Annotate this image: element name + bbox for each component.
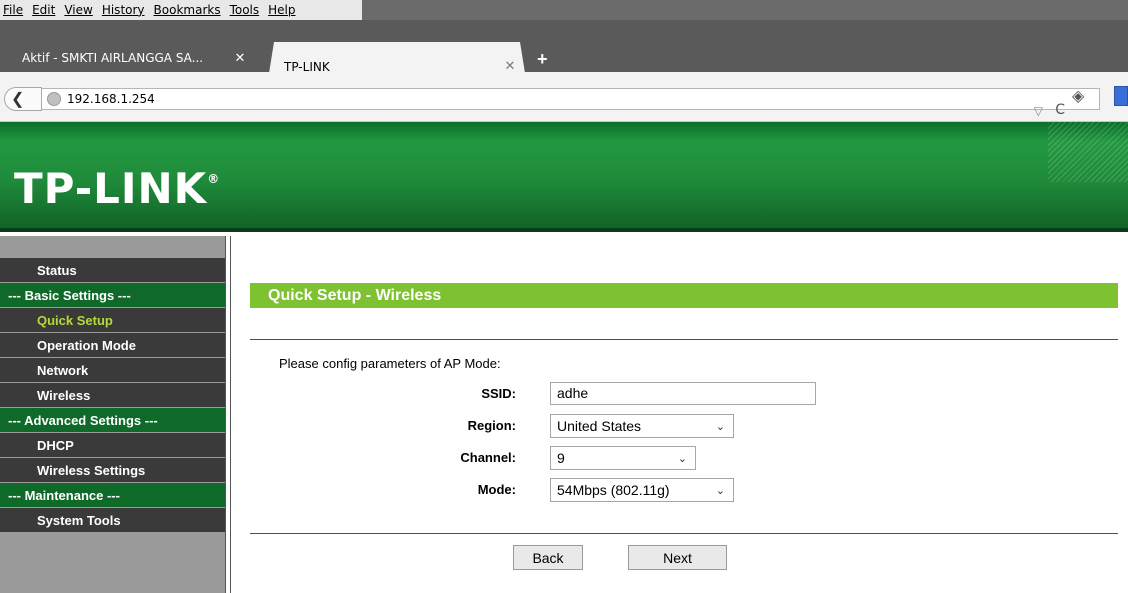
- sidebar-item-status[interactable]: Status: [0, 258, 225, 283]
- region-row: Region: United States ⌄: [232, 414, 1128, 438]
- sidebar-item-wireless[interactable]: Wireless: [0, 383, 225, 408]
- divider-top: [250, 339, 1118, 340]
- sidebar: Status --- Basic Settings --- Quick Setu…: [0, 236, 225, 593]
- close-icon[interactable]: ✕: [232, 51, 248, 66]
- back-button[interactable]: Back: [513, 545, 583, 570]
- router-banner: TP-LINK®: [0, 122, 1128, 232]
- menu-bar: File Edit View History Bookmarks Tools H…: [0, 0, 1128, 20]
- region-label: Region:: [467, 418, 516, 433]
- menu-view[interactable]: View: [64, 3, 92, 17]
- region-select[interactable]: United States ⌄: [550, 414, 734, 438]
- next-button[interactable]: Next: [628, 545, 727, 570]
- sidebar-group-basic-settings: --- Basic Settings ---: [0, 283, 225, 308]
- sidebar-item-quick-setup[interactable]: Quick Setup: [0, 308, 225, 333]
- sidebar-item-dhcp[interactable]: DHCP: [0, 433, 225, 458]
- menu-help[interactable]: Help: [268, 3, 295, 17]
- tab-aktif[interactable]: Aktif - SMKTI AIRLANGGA SA... ✕: [22, 40, 270, 76]
- channel-select[interactable]: 9 ⌄: [550, 446, 696, 470]
- back-arrow-icon: ❮: [11, 91, 25, 108]
- sidebar-item-network[interactable]: Network: [0, 358, 225, 383]
- new-tab-icon[interactable]: +: [537, 49, 548, 70]
- mode-value: 54Mbps (802.11g): [557, 482, 670, 498]
- intro-text: Please config parameters of AP Mode:: [279, 356, 501, 371]
- menu-edit[interactable]: Edit: [32, 3, 55, 17]
- bookmark-toolbar-icon[interactable]: [1114, 86, 1128, 106]
- chevron-down-icon: ⌄: [677, 453, 687, 465]
- banner-decoration: [1048, 122, 1128, 182]
- back-button[interactable]: ❮: [4, 87, 42, 111]
- ssid-label: SSID:: [481, 386, 516, 401]
- chevron-down-icon: ⌄: [715, 421, 725, 433]
- sidebar-item-operation-mode[interactable]: Operation Mode: [0, 333, 225, 358]
- sidebar-spacer: [0, 236, 225, 258]
- chevron-down-icon: ⌄: [715, 485, 725, 497]
- menu-file[interactable]: File: [3, 3, 23, 17]
- ssid-input[interactable]: adhe: [550, 382, 816, 405]
- menu-tools[interactable]: Tools: [230, 3, 260, 17]
- tp-link-logo: TP-LINK®: [14, 164, 220, 213]
- url-bar[interactable]: 192.168.1.254 ▽ C: [40, 88, 1100, 118]
- channel-label: Channel:: [460, 450, 516, 465]
- url-dropdown-icon[interactable]: ▽: [1034, 104, 1043, 118]
- addon-icon[interactable]: ◈: [1072, 86, 1084, 106]
- mode-label: Mode:: [477, 482, 516, 497]
- ssid-row: SSID: adhe: [232, 382, 1128, 406]
- globe-icon: [47, 92, 61, 106]
- menu-history[interactable]: History: [102, 3, 145, 17]
- main-content: Quick Setup - Wireless Please config par…: [232, 236, 1128, 593]
- navigation-bar: 192.168.1.254 ▽ C ❮: [0, 72, 1128, 122]
- page-title: Quick Setup - Wireless: [250, 283, 1118, 308]
- channel-row: Channel: 9 ⌄: [232, 446, 1128, 470]
- tab-strip: Aktif - SMKTI AIRLANGGA SA... ✕ TP-LINK …: [0, 20, 1128, 92]
- tab-title: Aktif - SMKTI AIRLANGGA SA...: [22, 51, 204, 65]
- sidebar-group-maintenance: --- Maintenance ---: [0, 483, 225, 508]
- reload-icon[interactable]: C: [1055, 102, 1065, 118]
- region-value: United States: [557, 418, 642, 434]
- mode-select[interactable]: 54Mbps (802.11g) ⌄: [550, 478, 734, 502]
- divider-bottom: [250, 533, 1118, 534]
- sidebar-item-system-tools[interactable]: System Tools: [0, 508, 225, 533]
- url-text: 192.168.1.254: [67, 92, 155, 106]
- frame-divider[interactable]: [225, 236, 231, 593]
- channel-value: 9: [557, 450, 565, 466]
- logo-text: TP-LINK: [14, 164, 208, 213]
- sidebar-item-wireless-settings[interactable]: Wireless Settings: [0, 458, 225, 483]
- mode-row: Mode: 54Mbps (802.11g) ⌄: [232, 478, 1128, 502]
- menu-bookmarks[interactable]: Bookmarks: [154, 3, 221, 17]
- registered-mark: ®: [207, 172, 221, 186]
- sidebar-group-advanced-settings: --- Advanced Settings ---: [0, 408, 225, 433]
- menu-bar-items: File Edit View History Bookmarks Tools H…: [0, 0, 362, 20]
